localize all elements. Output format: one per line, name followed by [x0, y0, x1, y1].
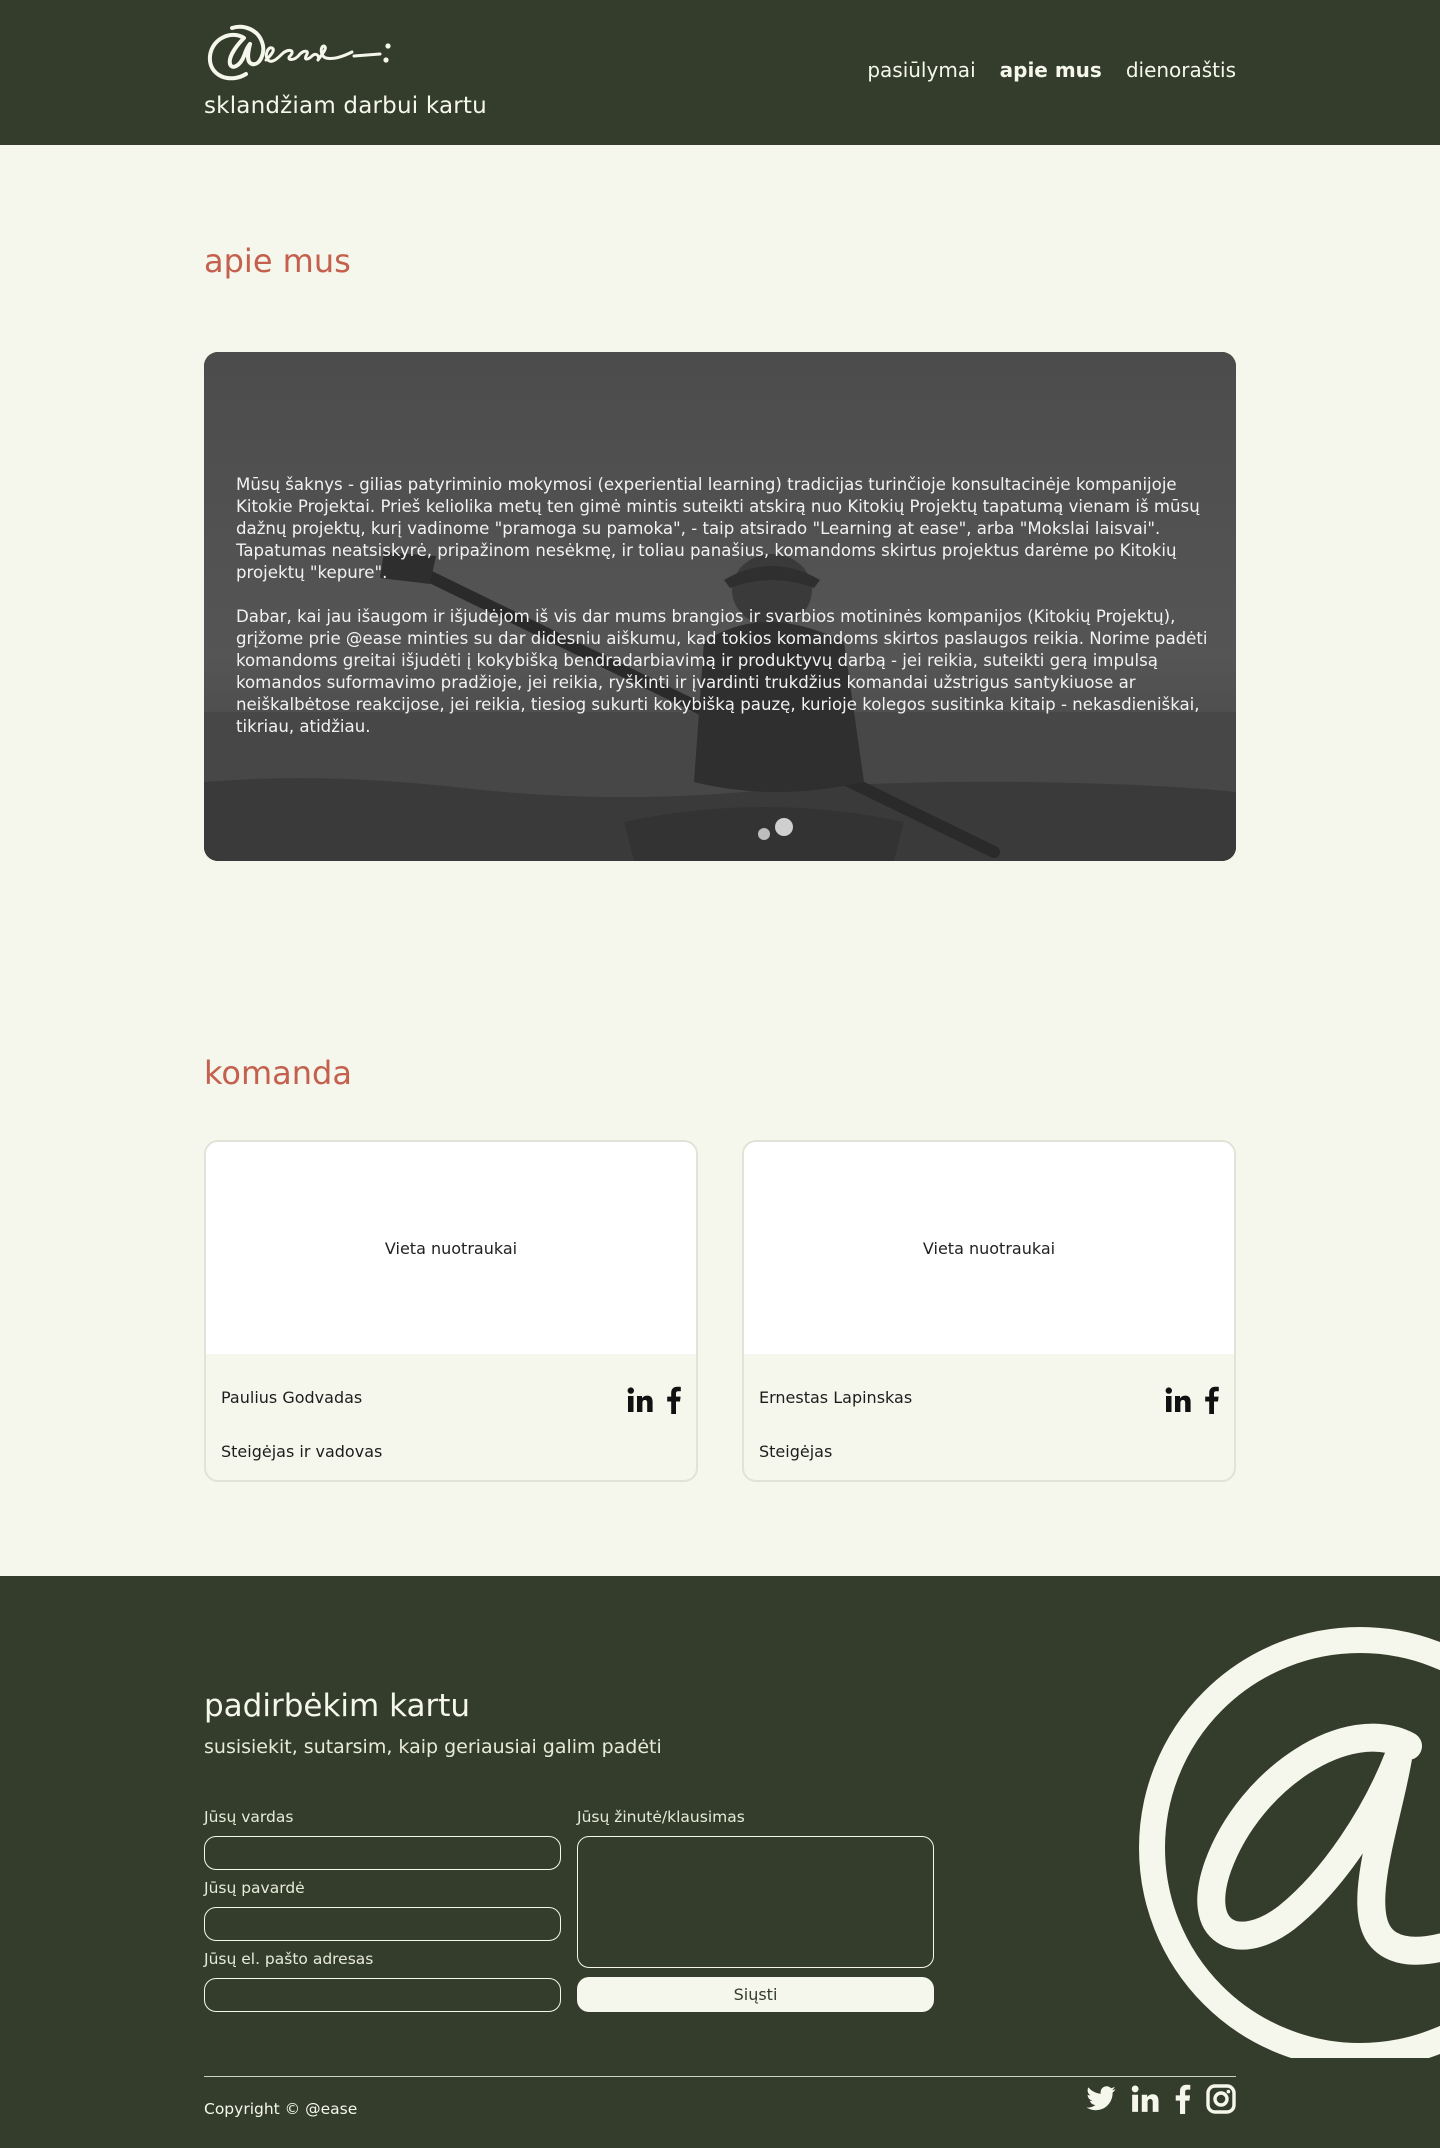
linkedin-icon[interactable]: [1130, 2084, 1160, 2118]
facebook-icon[interactable]: [1204, 1386, 1220, 1418]
about-paragraph: Dabar, kai jau išaugom ir išjudėjom iš v…: [236, 607, 1208, 736]
copyright-text: Copyright © @ease: [204, 2100, 358, 2118]
main-nav: pasiūlymai apie mus dienoraštis: [867, 58, 1236, 82]
footer-title: padirbėkim kartu: [204, 1688, 471, 1724]
team-member-name: Paulius Godvadas: [221, 1388, 363, 1407]
ease-logo[interactable]: [204, 16, 404, 92]
about-card: Mūsų šaknys - gilias patyriminio mokymos…: [204, 352, 1236, 861]
team-member-role: Steigėjas: [759, 1442, 833, 1461]
message-label: Jūsų žinutė/klausimas: [577, 1808, 745, 1826]
about-title: apie mus: [204, 242, 351, 280]
site-header: sklandžiam darbui kartu pasiūlymai apie …: [0, 0, 1440, 145]
linkedin-icon[interactable]: [626, 1386, 654, 1418]
about-text: Mūsų šaknys - gilias patyriminio mokymos…: [236, 474, 1211, 738]
twitter-icon[interactable]: [1086, 2086, 1116, 2116]
at-sign-decoration: [1139, 1627, 1440, 2058]
team-member-name: Ernestas Lapinskas: [759, 1388, 913, 1407]
footer-social-links: [1086, 2084, 1236, 2118]
team-title: komanda: [204, 1054, 352, 1092]
nav-link-pasiulymai[interactable]: pasiūlymai: [867, 58, 975, 82]
photo-placeholder: Vieta nuotraukai: [206, 1142, 696, 1354]
facebook-icon[interactable]: [666, 1386, 682, 1418]
email-input[interactable]: [204, 1978, 561, 2012]
team-member-card: Vieta nuotraukai Ernestas Lapinskas Stei…: [742, 1140, 1236, 1482]
last-name-input[interactable]: [204, 1907, 561, 1941]
first-name-input[interactable]: [204, 1836, 561, 1870]
team-social-links: [626, 1386, 682, 1418]
about-paragraph: Mūsų šaknys - gilias patyriminio mokymos…: [236, 475, 1200, 582]
email-label: Jūsų el. pašto adresas: [204, 1950, 374, 1968]
footer-divider: [204, 2076, 1236, 2077]
nav-link-apie-mus[interactable]: apie mus: [1000, 58, 1102, 82]
nav-link-dienorastis[interactable]: dienoraštis: [1126, 58, 1236, 82]
site-footer: padirbėkim kartu susisiekit, sutarsim, k…: [0, 1576, 1440, 2148]
footer-subtitle: susisiekit, sutarsim, kaip geriausiai ga…: [204, 1736, 662, 1758]
linkedin-icon[interactable]: [1164, 1386, 1192, 1418]
team-social-links: [1164, 1386, 1220, 1418]
first-name-label: Jūsų vardas: [204, 1808, 294, 1826]
tagline: sklandžiam darbui kartu: [204, 93, 487, 119]
team-member-role: Steigėjas ir vadovas: [221, 1442, 383, 1461]
photo-placeholder: Vieta nuotraukai: [744, 1142, 1234, 1354]
message-textarea[interactable]: [577, 1836, 934, 1968]
send-button[interactable]: Siųsti: [577, 1977, 934, 2012]
instagram-icon[interactable]: [1206, 2084, 1236, 2118]
team-member-card: Vieta nuotraukai Paulius Godvadas Steigė…: [204, 1140, 698, 1482]
last-name-label: Jūsų pavardė: [204, 1879, 305, 1897]
facebook-icon[interactable]: [1174, 2084, 1192, 2118]
